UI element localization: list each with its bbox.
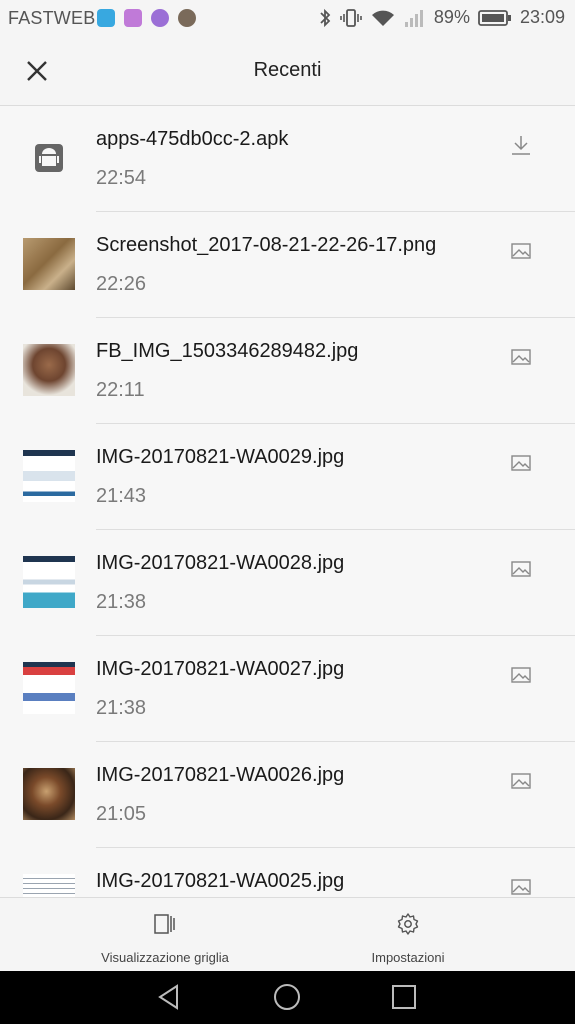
status-bar: FASTWEB 89% 23:09 xyxy=(0,0,575,36)
image-icon xyxy=(511,879,531,895)
android-icon xyxy=(35,144,63,172)
grid-view-icon xyxy=(154,914,175,934)
bottom-action-bar: Visualizzazione griglia Impostazioni xyxy=(0,897,575,972)
file-time: 21:38 xyxy=(96,591,147,613)
file-time: 22:54 xyxy=(96,167,147,189)
file-name: apps-475db0cc-2.apk xyxy=(96,128,289,150)
file-name: IMG-20170821-WA0026.jpg xyxy=(96,764,345,786)
signal-icon xyxy=(404,9,423,27)
image-icon xyxy=(511,243,531,259)
file-time: 21:05 xyxy=(96,803,147,825)
clock: 23:09 xyxy=(519,7,565,27)
battery-percent: 89% xyxy=(433,7,470,27)
gear-icon xyxy=(397,913,419,935)
image-thumbnail xyxy=(23,450,75,502)
apk-thumbnail xyxy=(23,132,75,184)
app-header: Recenti xyxy=(0,36,575,106)
recent-apps-icon[interactable] xyxy=(391,984,417,1010)
file-row[interactable]: IMG-20170821-WA0026.jpg 21:05 xyxy=(0,742,575,848)
file-time: 21:43 xyxy=(96,485,147,507)
carrier-name: FASTWEB xyxy=(8,8,96,28)
image-thumbnail xyxy=(23,556,75,608)
recent-files-list[interactable]: apps-475db0cc-2.apk 22:54 Screenshot_201… xyxy=(0,106,575,897)
image-thumbnail xyxy=(23,768,75,820)
file-name: FB_IMG_1503346289482.jpg xyxy=(96,340,359,362)
image-icon xyxy=(511,667,531,683)
app-notification-icon xyxy=(178,9,196,27)
image-icon xyxy=(511,455,531,471)
file-name: Screenshot_2017-08-21-22-26-17.png xyxy=(96,234,437,256)
image-icon xyxy=(511,561,531,577)
image-thumbnail xyxy=(23,238,75,290)
settings-button[interactable]: Impostazioni xyxy=(308,898,508,972)
image-icon xyxy=(511,773,531,789)
battery-icon xyxy=(478,9,511,26)
file-name: IMG-20170821-WA0025.jpg xyxy=(96,870,345,892)
image-thumbnail xyxy=(23,344,75,396)
grid-view-button[interactable]: Visualizzazione griglia xyxy=(65,898,265,972)
image-icon xyxy=(511,349,531,365)
vibrate-icon xyxy=(340,8,362,27)
image-thumbnail xyxy=(23,874,75,897)
file-row[interactable]: IMG-20170821-WA0028.jpg 21:38 xyxy=(0,530,575,636)
file-name: IMG-20170821-WA0029.jpg xyxy=(96,446,345,468)
file-row[interactable]: IMG-20170821-WA0029.jpg 21:43 xyxy=(0,424,575,530)
file-time: 21:38 xyxy=(96,697,147,719)
gallery-notification-icon xyxy=(124,9,142,27)
bluetooth-icon xyxy=(320,8,331,27)
file-name: IMG-20170821-WA0027.jpg xyxy=(96,658,345,680)
messenger-notification-icon xyxy=(97,9,115,27)
file-row[interactable]: IMG-20170821-WA0025.jpg xyxy=(0,848,575,897)
file-name: IMG-20170821-WA0028.jpg xyxy=(96,552,345,574)
back-icon[interactable] xyxy=(155,983,183,1011)
home-icon[interactable] xyxy=(272,982,302,1012)
settings-label: Impostazioni xyxy=(371,950,445,965)
file-time: 22:26 xyxy=(96,273,147,295)
file-time: 22:11 xyxy=(96,379,145,401)
file-row[interactable]: FB_IMG_1503346289482.jpg 22:11 xyxy=(0,318,575,424)
grid-view-label: Visualizzazione griglia xyxy=(101,950,229,965)
wifi-icon xyxy=(371,10,394,26)
file-row[interactable]: Screenshot_2017-08-21-22-26-17.png 22:26 xyxy=(0,212,575,318)
skype-notification-icon xyxy=(151,9,169,27)
file-row[interactable]: IMG-20170821-WA0027.jpg 21:38 xyxy=(0,636,575,742)
page-title: Recenti xyxy=(253,59,322,81)
image-thumbnail xyxy=(23,662,75,714)
file-row[interactable]: apps-475db0cc-2.apk 22:54 xyxy=(0,106,575,212)
system-navigation-bar xyxy=(0,971,575,1024)
download-icon xyxy=(512,136,530,155)
